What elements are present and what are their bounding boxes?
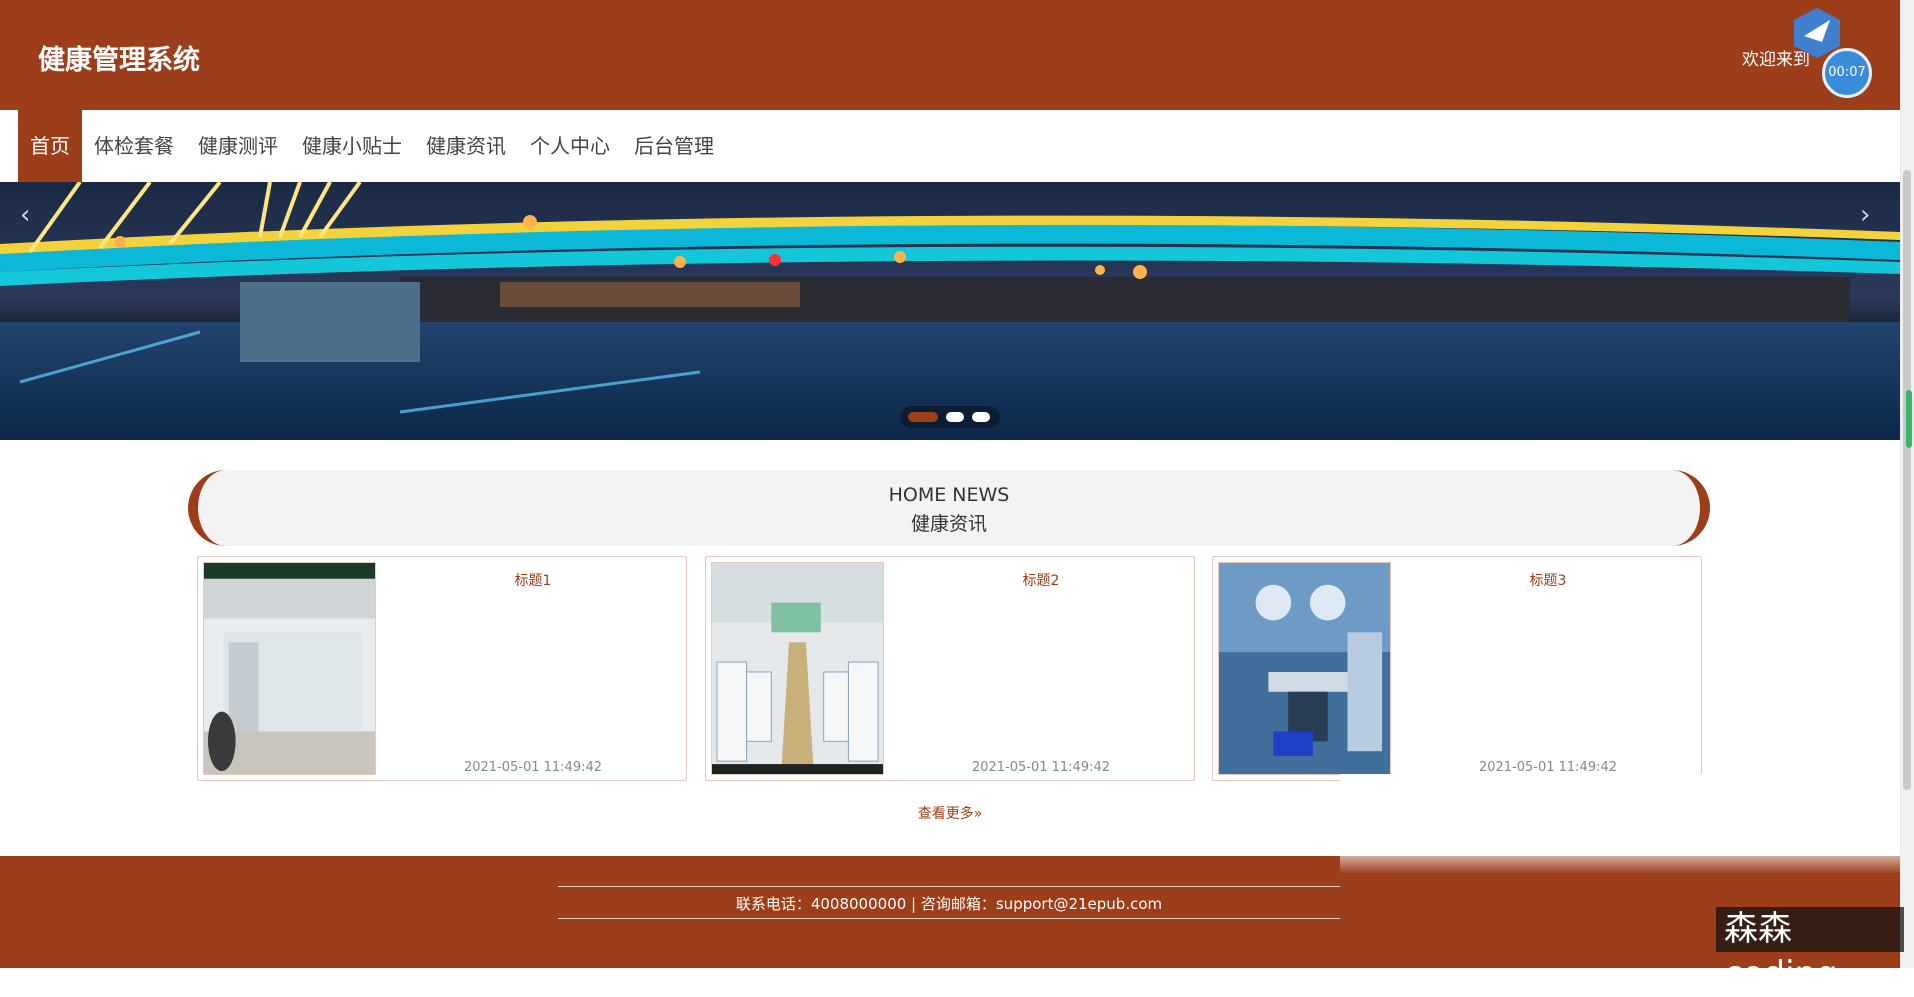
view-more-label: 查看更多	[917, 806, 974, 822]
overlay-panel	[1340, 774, 1900, 874]
carousel-prev-icon[interactable]: ‹	[20, 200, 30, 230]
footer-divider-bottom	[558, 918, 1340, 919]
carousel-dot-2[interactable]	[946, 412, 964, 422]
news-thumbnail	[711, 562, 884, 775]
main-nav: 首页 体检套餐 健康测评 健康小贴士 健康资讯 个人中心 后台管理	[18, 110, 726, 182]
news-thumbnail	[203, 562, 376, 775]
nav-item-tips[interactable]: 健康小贴士	[290, 110, 414, 182]
carousel-dots	[900, 406, 1000, 428]
news-card[interactable]: 标题2 2021-05-01 11:49:42	[705, 556, 1195, 781]
timer-readout: 00:07	[1822, 48, 1872, 98]
news-title[interactable]: 标题1	[378, 570, 688, 590]
scrollbar-marker	[1906, 390, 1912, 448]
news-section-header: HOME NEWS 健康资讯	[188, 470, 1710, 546]
nav-item-admin[interactable]: 后台管理	[622, 110, 726, 182]
news-title[interactable]: 标题3	[1393, 570, 1703, 590]
nav-item-profile[interactable]: 个人中心	[518, 110, 622, 182]
site-header: 健康管理系统 欢迎来到	[0, 0, 1900, 110]
nav-item-assessment[interactable]: 健康测评	[186, 110, 290, 182]
banner-carousel[interactable]: ‹ ›	[0, 182, 1900, 440]
carousel-dot-3[interactable]	[972, 412, 990, 422]
view-more-link[interactable]: 查看更多»	[900, 803, 1000, 823]
nav-item-home[interactable]: 首页	[18, 110, 82, 182]
news-title[interactable]: 标题2	[886, 570, 1196, 590]
news-card[interactable]: 标题3 2021-05-01 11:49:42	[1212, 556, 1702, 781]
news-date: 2021-05-01 11:49:42	[971, 760, 1111, 775]
carousel-dot-1[interactable]	[908, 412, 938, 422]
double-chevron-right-icon: »	[973, 806, 983, 822]
banner-image	[0, 182, 1900, 440]
watermark: 森森coding	[1716, 907, 1904, 994]
scrollbar-thumb[interactable]	[1903, 170, 1911, 790]
news-heading-en: HOME NEWS	[888, 484, 1010, 506]
carousel-next-icon[interactable]: ›	[1860, 200, 1870, 230]
footer-contact: 联系电话：4008000000 | 咨询邮箱：support@21epub.co…	[735, 895, 1163, 913]
news-card[interactable]: 标题1 2021-05-01 11:49:42	[197, 556, 687, 781]
news-thumbnail	[1218, 562, 1391, 775]
nav-item-packages[interactable]: 体检套餐	[82, 110, 186, 182]
news-heading-zh: 健康资讯	[910, 513, 987, 535]
news-date: 2021-05-01 11:49:42	[463, 760, 603, 775]
site-title: 健康管理系统	[38, 45, 200, 76]
news-date: 2021-05-01 11:49:42	[1478, 760, 1618, 775]
footer-divider-top	[558, 886, 1340, 887]
recording-timer[interactable]: 00:07	[1790, 6, 1872, 98]
nav-item-news[interactable]: 健康资讯	[414, 110, 518, 182]
